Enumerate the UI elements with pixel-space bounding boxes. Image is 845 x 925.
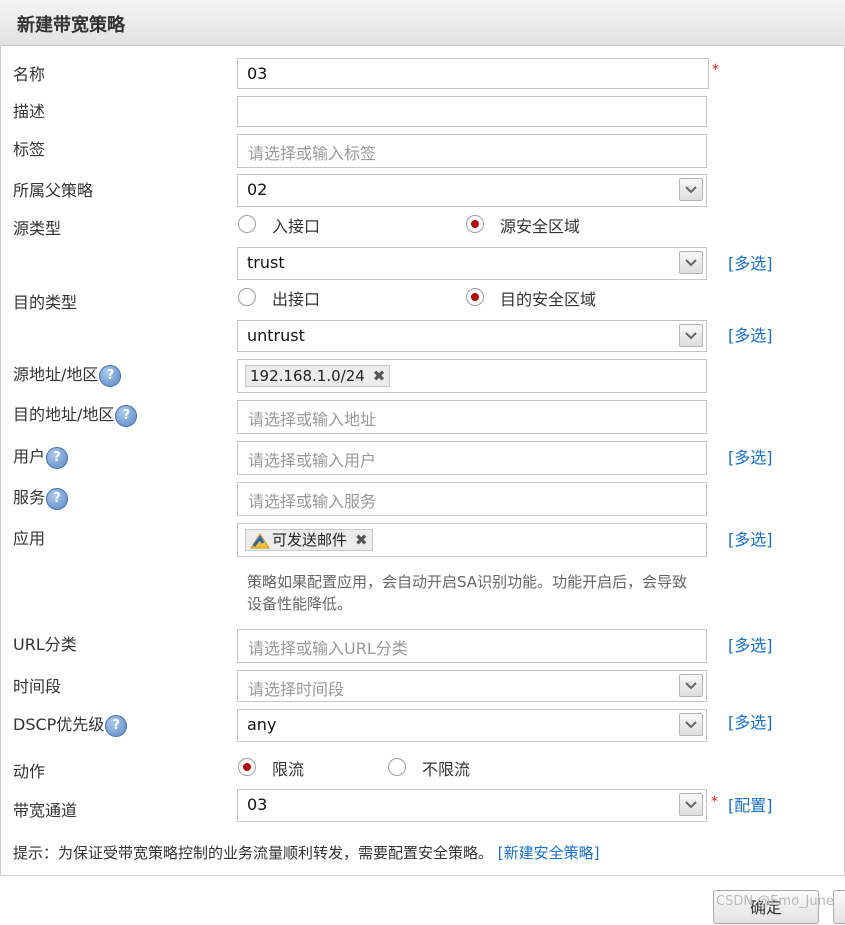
- url-category-input[interactable]: 请选择或输入URL分类: [237, 629, 707, 663]
- chevron-down-icon[interactable]: [679, 251, 703, 274]
- chevron-down-icon[interactable]: [679, 674, 703, 697]
- name-input[interactable]: 03: [237, 58, 709, 89]
- description-input[interactable]: [237, 96, 707, 127]
- service-label-text: 服务: [13, 488, 46, 507]
- name-label: 名称: [13, 65, 46, 84]
- dest-address-placeholder: 请选择或输入地址: [248, 410, 377, 429]
- radio-source-interface[interactable]: [238, 215, 256, 233]
- time-range-placeholder: 请选择时间段: [248, 680, 345, 699]
- source-address-label: 源地址/地区?: [13, 361, 122, 387]
- user-label-text: 用户: [13, 447, 46, 466]
- parent-policy-label: 所属父策略: [13, 181, 94, 200]
- source-address-label-text: 源地址/地区: [13, 365, 99, 384]
- radio-no-rate-limit-label: 不限流: [422, 760, 471, 779]
- radio-source-zone[interactable]: [466, 215, 484, 233]
- name-required-mark: *: [712, 62, 719, 78]
- time-range-label: 时间段: [13, 677, 62, 696]
- help-icon[interactable]: ?: [46, 446, 69, 469]
- source-type-label: 源类型: [13, 219, 62, 238]
- bandwidth-channel-config-link[interactable]: [配置]: [728, 792, 773, 816]
- service-label: 服务?: [13, 484, 69, 510]
- bandwidth-channel-value: 03: [247, 795, 268, 814]
- dest-address-input[interactable]: 请选择或输入地址: [237, 400, 707, 434]
- parent-policy-value: 02: [247, 180, 268, 199]
- hint-text: 提示：为保证受带宽策略控制的业务流量顺利转发，需要配置安全策略。 [新建安全策略…: [13, 842, 600, 863]
- url-category-label: URL分类: [13, 635, 77, 654]
- watermark: CSDN @Emo_June: [716, 894, 834, 909]
- dest-zone-select[interactable]: untrust: [237, 320, 707, 352]
- dscp-value: any: [247, 715, 277, 734]
- tag-input[interactable]: 请选择或输入标签: [237, 134, 707, 168]
- dest-address-label: 目的地址/地区?: [13, 401, 138, 427]
- new-security-policy-link[interactable]: [新建安全策略]: [498, 844, 600, 862]
- radio-source-interface-label: 入接口: [272, 217, 321, 236]
- radio-dest-interface[interactable]: [238, 288, 256, 306]
- source-address-tag-text: 192.168.1.0/24: [250, 367, 365, 385]
- help-icon[interactable]: ?: [105, 714, 128, 737]
- application-tag: 可发送邮件 ✖: [245, 529, 373, 551]
- radio-dest-interface-label: 出接口: [272, 290, 321, 309]
- url-category-placeholder: 请选择或输入URL分类: [248, 639, 408, 658]
- user-label: 用户?: [13, 443, 69, 469]
- application-note: 策略如果配置应用，会自动开启SA识别功能。功能开启后，会导致设备性能降低。: [247, 573, 688, 613]
- dialog-title: 新建带宽策略: [17, 15, 125, 36]
- source-zone-value: trust: [247, 253, 285, 272]
- user-multi-link[interactable]: [多选]: [728, 444, 773, 468]
- chevron-down-icon[interactable]: [679, 793, 703, 816]
- source-address-tag: 192.168.1.0/24 ✖: [245, 365, 391, 387]
- dest-type-label: 目的类型: [13, 293, 78, 312]
- user-input[interactable]: 请选择或输入用户: [237, 441, 707, 475]
- description-label: 描述: [13, 102, 46, 121]
- dest-address-label-text: 目的地址/地区: [13, 405, 115, 424]
- time-range-select[interactable]: 请选择时间段: [237, 670, 707, 702]
- mail-app-icon: [250, 532, 270, 548]
- help-icon[interactable]: ?: [115, 404, 138, 427]
- dscp-label-text: DSCP优先级: [13, 715, 105, 734]
- help-icon[interactable]: ?: [46, 487, 69, 510]
- dialog-titlebar: 新建带宽策略: [0, 0, 845, 46]
- dscp-select[interactable]: any: [237, 709, 707, 742]
- application-input[interactable]: 可发送邮件 ✖: [237, 523, 707, 557]
- radio-source-zone-label: 源安全区域: [500, 217, 581, 236]
- dest-zone-value: untrust: [247, 326, 305, 345]
- source-zone-multi-link[interactable]: [多选]: [728, 250, 773, 274]
- source-address-input[interactable]: 192.168.1.0/24 ✖: [237, 359, 707, 393]
- tag-placeholder: 请选择或输入标签: [248, 144, 377, 163]
- radio-dest-zone-label: 目的安全区域: [500, 290, 597, 309]
- application-multi-link[interactable]: [多选]: [728, 526, 773, 550]
- name-value: 03: [247, 64, 268, 83]
- application-tag-text: 可发送邮件: [272, 531, 348, 549]
- chevron-down-icon[interactable]: [679, 178, 703, 201]
- bandwidth-channel-label: 带宽通道: [13, 801, 78, 820]
- service-input[interactable]: 请选择或输入服务: [237, 482, 707, 516]
- radio-rate-limit[interactable]: [238, 758, 256, 776]
- remove-tag-icon[interactable]: ✖: [373, 367, 386, 385]
- parent-policy-select[interactable]: 02: [237, 174, 707, 207]
- source-zone-select[interactable]: trust: [237, 247, 707, 280]
- tag-label: 标签: [13, 140, 46, 159]
- dest-zone-multi-link[interactable]: [多选]: [728, 322, 773, 346]
- hint-message: 提示：为保证受带宽策略控制的业务流量顺利转发，需要配置安全策略。: [13, 844, 494, 862]
- bandwidth-channel-select[interactable]: 03: [237, 789, 707, 822]
- application-label: 应用: [13, 529, 46, 548]
- url-category-multi-link[interactable]: [多选]: [728, 632, 773, 656]
- help-icon[interactable]: ?: [99, 364, 122, 387]
- dscp-label: DSCP优先级?: [13, 711, 128, 737]
- chevron-down-icon[interactable]: [679, 324, 703, 347]
- action-label: 动作: [13, 762, 46, 781]
- radio-rate-limit-label: 限流: [272, 760, 305, 779]
- dscp-multi-link[interactable]: [多选]: [728, 709, 773, 733]
- service-placeholder: 请选择或输入服务: [248, 492, 377, 511]
- remove-tag-icon[interactable]: ✖: [355, 531, 368, 549]
- radio-dest-zone[interactable]: [466, 288, 484, 306]
- radio-no-rate-limit[interactable]: [388, 758, 406, 776]
- bandwidth-channel-required-mark: *: [711, 794, 718, 810]
- chevron-down-icon[interactable]: [679, 713, 703, 736]
- user-placeholder: 请选择或输入用户: [248, 451, 377, 470]
